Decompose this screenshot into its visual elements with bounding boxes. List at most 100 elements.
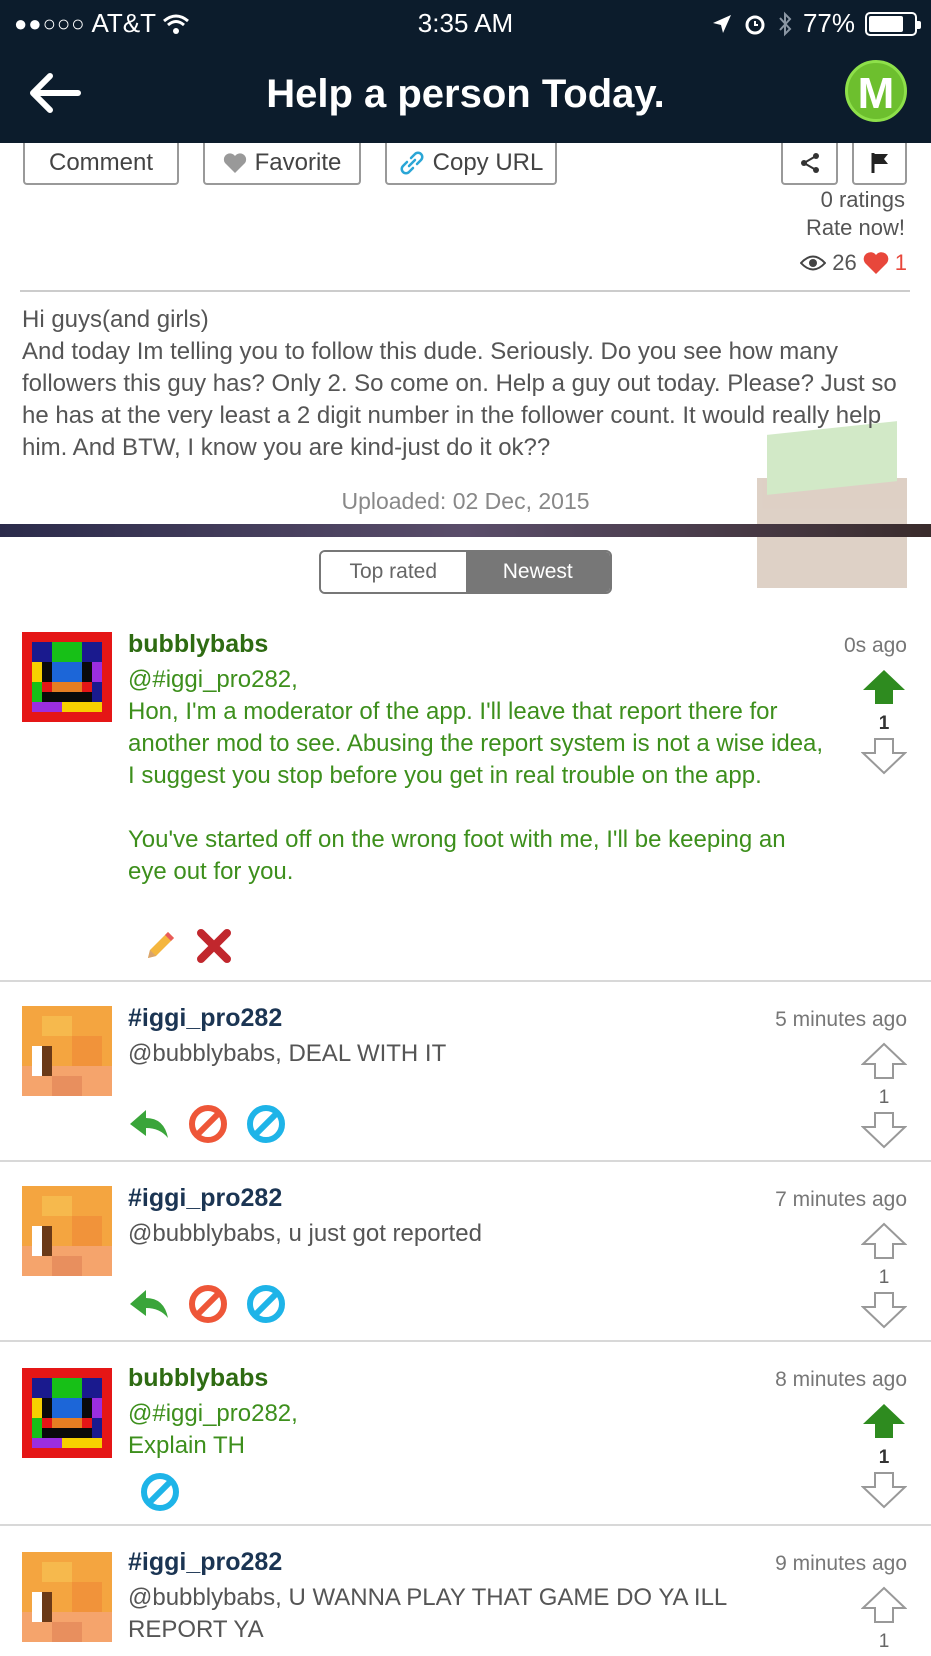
- share-icon: [800, 153, 819, 173]
- post-greeting: Hi guys(and girls): [22, 306, 209, 333]
- vote-count: 1: [878, 1267, 890, 1288]
- comment-body: Explain TH: [128, 1432, 245, 1459]
- comment-text: @bubblybabs, DEAL WITH IT: [128, 1040, 447, 1067]
- block-icon[interactable]: [188, 1104, 228, 1144]
- comment-item: bubblybabs 0s ago @#iggi_pro282, Hon, I'…: [0, 622, 931, 982]
- status-bar: ●●○○○ AT&T 3:35 AM 77%: [0, 0, 931, 46]
- vote-control: 1: [860, 1042, 908, 1154]
- section-separator: [0, 524, 931, 537]
- comment-timestamp: 8 minutes ago: [775, 1368, 907, 1391]
- comment-username[interactable]: bubblybabs: [128, 630, 268, 659]
- post-actions: Comment Favorite Copy URL: [0, 143, 931, 193]
- view-count: 26: [832, 250, 857, 275]
- comment-timestamp: 5 minutes ago: [775, 1008, 907, 1031]
- comment-item: #iggi_pro282 9 minutes ago @bubblybabs, …: [0, 1526, 931, 1656]
- tab-top-rated[interactable]: Top rated: [321, 552, 466, 592]
- favorite-button[interactable]: Favorite: [203, 143, 361, 185]
- comment-actions: [128, 1104, 286, 1144]
- divider: [20, 290, 910, 292]
- downvote-arrow-icon[interactable]: [860, 1291, 908, 1329]
- tab-newest[interactable]: Newest: [465, 552, 610, 592]
- top-bar: ●●○○○ AT&T 3:35 AM 77% Help a person Tod…: [0, 0, 931, 143]
- favorite-label: Favorite: [254, 149, 342, 176]
- report-icon[interactable]: [140, 1472, 180, 1512]
- status-right: 77%: [711, 8, 921, 39]
- vote-control: 1: [860, 1402, 908, 1514]
- copy-url-button[interactable]: Copy URL: [385, 143, 557, 185]
- report-icon[interactable]: [246, 1104, 286, 1144]
- comment-username[interactable]: #iggi_pro282: [128, 1004, 282, 1033]
- battery-percent: 77%: [802, 8, 855, 38]
- avatar[interactable]: [22, 1186, 112, 1276]
- battery-fill: [869, 15, 903, 32]
- comment-body: Hon, I'm a moderator of the app. I'll le…: [128, 698, 824, 789]
- bluetooth-icon: [779, 11, 792, 36]
- upvote-arrow-icon[interactable]: [860, 1042, 908, 1080]
- comment-text: @#iggi_pro282, Explain TH: [128, 1398, 828, 1462]
- comment-mention: @#iggi_pro282,: [128, 1400, 298, 1427]
- upvote-arrow-icon[interactable]: [861, 1402, 907, 1440]
- post-text: And today Im telling you to follow this …: [22, 338, 897, 461]
- comment-button[interactable]: Comment: [23, 143, 179, 185]
- eye-icon: [800, 255, 827, 271]
- reply-arrow-icon[interactable]: [128, 1286, 170, 1322]
- comment-text: @bubblybabs, U WANNA PLAY THAT GAME DO Y…: [128, 1584, 727, 1643]
- vote-count: 1: [878, 713, 890, 734]
- comment-timestamp: 0s ago: [843, 634, 907, 657]
- comment-timestamp: 7 minutes ago: [775, 1188, 907, 1211]
- comment-item: #iggi_pro282 5 minutes ago @bubblybabs, …: [0, 982, 931, 1162]
- avatar[interactable]: [22, 632, 112, 722]
- rate-now-link[interactable]: Rate now!: [806, 214, 905, 242]
- like-count: 1: [894, 250, 907, 275]
- app-logo[interactable]: M: [845, 60, 907, 122]
- comment-item: #iggi_pro282 7 minutes ago @bubblybabs, …: [0, 1162, 931, 1342]
- comment-item: bubblybabs 8 minutes ago @#iggi_pro282, …: [0, 1342, 931, 1526]
- block-icon[interactable]: [188, 1284, 228, 1324]
- sort-control: Top rated Newest: [319, 550, 612, 594]
- comment-mention: @#iggi_pro282,: [128, 666, 298, 693]
- avatar[interactable]: [22, 1552, 112, 1642]
- avatar[interactable]: [22, 1368, 112, 1458]
- vote-count: 1: [878, 1447, 890, 1468]
- comment-username[interactable]: bubblybabs: [128, 1364, 268, 1393]
- alarm-icon: [745, 15, 765, 34]
- upvote-arrow-icon[interactable]: [860, 1586, 908, 1624]
- avatar[interactable]: [22, 1006, 112, 1096]
- location-arrow-icon: [712, 14, 731, 33]
- comment-actions: [140, 1472, 180, 1512]
- vote-control: 1: [860, 1222, 908, 1334]
- ratings-count: 0 ratings: [820, 187, 905, 212]
- ratings-block: 0 ratings Rate now!: [806, 186, 905, 242]
- heart-icon: [223, 153, 246, 173]
- vote-control: 1: [860, 1586, 908, 1655]
- downvote-arrow-icon[interactable]: [860, 737, 908, 775]
- reply-arrow-icon[interactable]: [128, 1106, 170, 1142]
- share-button[interactable]: [781, 143, 838, 185]
- comment-text: @bubblybabs, u just got reported: [128, 1220, 482, 1247]
- page-title: Help a person Today.: [266, 72, 665, 116]
- post-stats: 26 1: [800, 250, 907, 276]
- comment-username[interactable]: #iggi_pro282: [128, 1184, 282, 1213]
- comment-username[interactable]: #iggi_pro282: [128, 1548, 282, 1577]
- vote-count: 1: [878, 1087, 890, 1108]
- battery-icon: [865, 11, 921, 36]
- heart-icon: [863, 252, 889, 274]
- comment-label: Comment: [48, 149, 154, 176]
- downvote-arrow-icon[interactable]: [860, 1111, 908, 1149]
- vote-count: 1: [878, 1631, 890, 1652]
- vote-control: 1: [860, 668, 908, 780]
- downvote-arrow-icon[interactable]: [860, 1471, 908, 1509]
- delete-x-icon[interactable]: [196, 928, 232, 964]
- comment-body-second: You've started off on the wrong foot wit…: [128, 826, 786, 885]
- report-flag-button[interactable]: [852, 143, 907, 185]
- edit-pencil-icon[interactable]: [142, 928, 178, 964]
- upvote-arrow-icon[interactable]: [861, 668, 907, 706]
- upvote-arrow-icon[interactable]: [860, 1222, 908, 1260]
- report-icon[interactable]: [246, 1284, 286, 1324]
- post-body: Hi guys(and girls) And today Im telling …: [22, 304, 922, 464]
- comment-timestamp: 9 minutes ago: [775, 1552, 907, 1575]
- comment-text: @#iggi_pro282, Hon, I'm a moderator of t…: [128, 664, 828, 888]
- link-icon: [400, 151, 424, 175]
- flag-icon: [871, 153, 888, 173]
